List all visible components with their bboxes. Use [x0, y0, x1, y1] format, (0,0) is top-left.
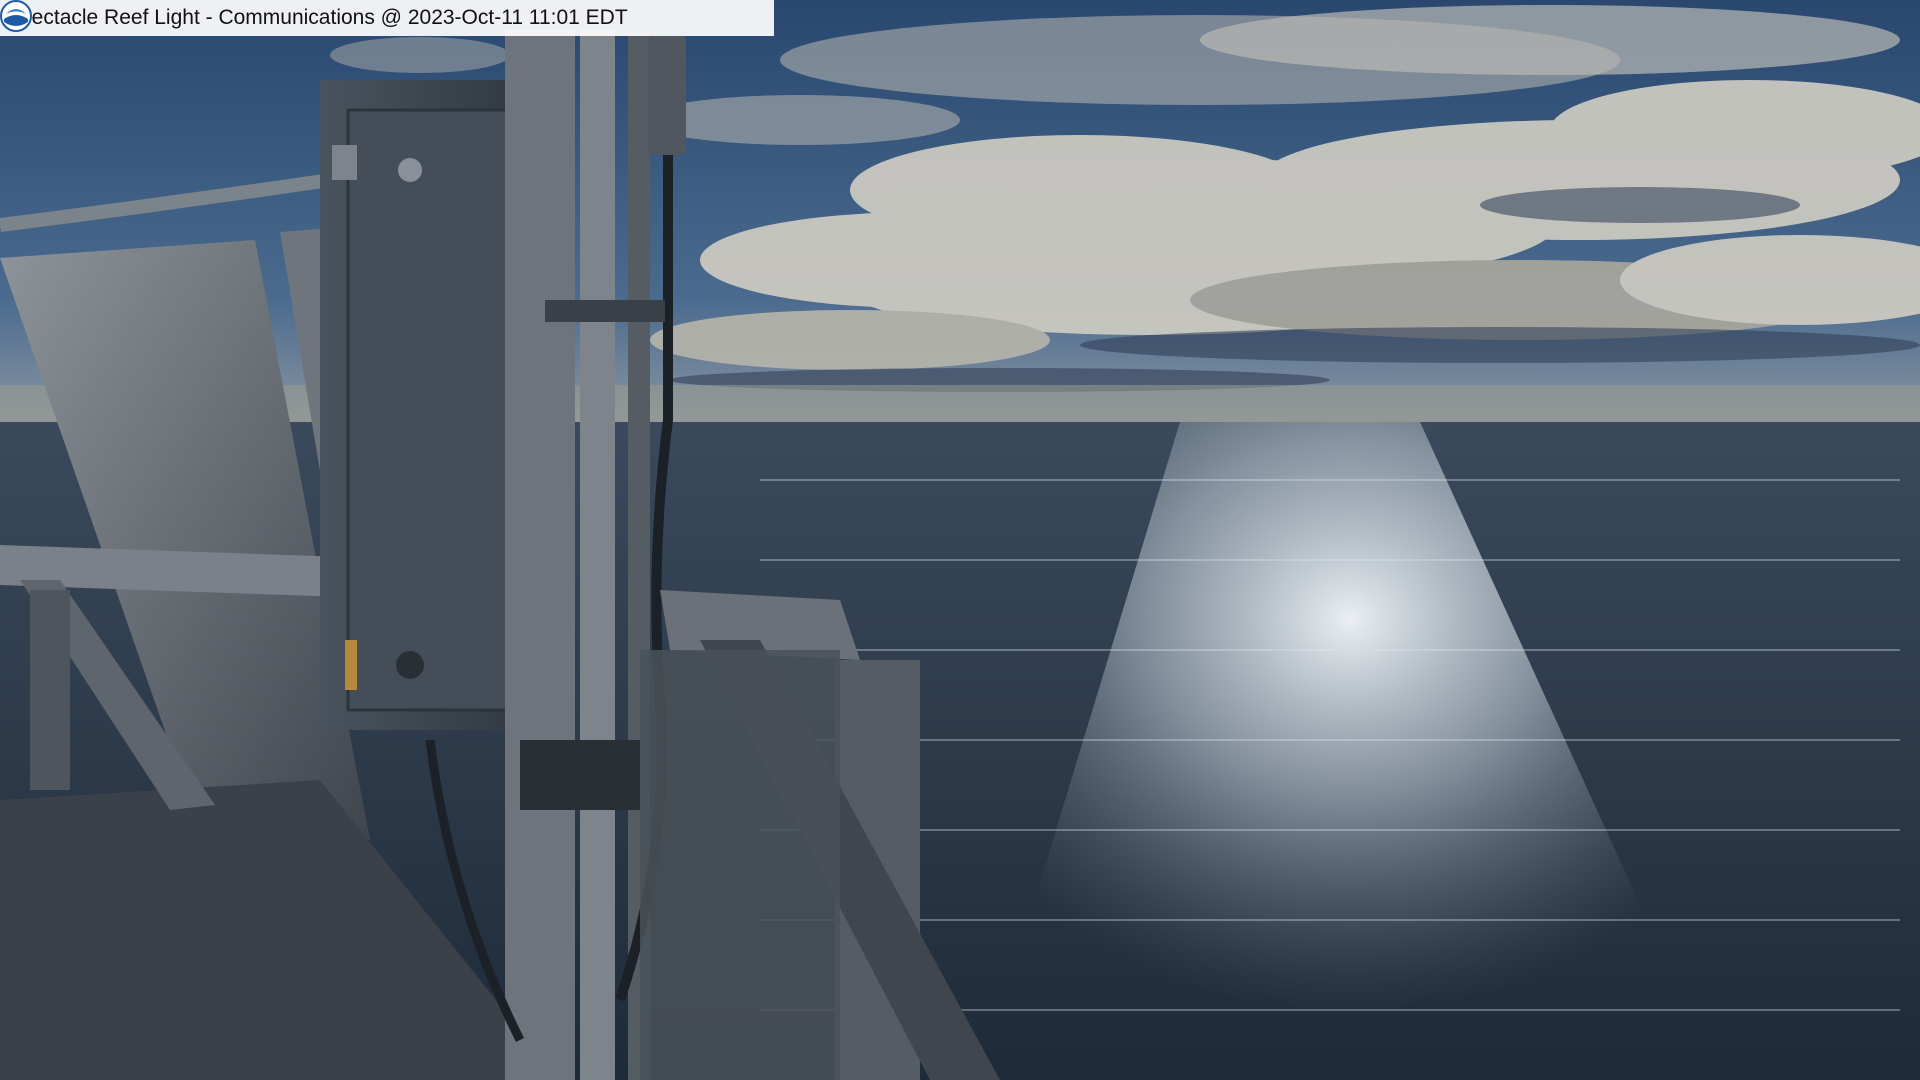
webcam-image: Spectacle Reef Light - Communications @ …: [0, 0, 1920, 1080]
mast-pole-inner: [580, 30, 615, 1080]
mast-clamp-top: [545, 300, 665, 322]
mast-clamp: [520, 740, 640, 810]
noaa-logo-icon: [0, 0, 32, 32]
webcam-scene: [0, 0, 1920, 1080]
caption-text: Spectacle Reef Light - Communications @ …: [6, 6, 628, 29]
frame-post: [30, 590, 70, 790]
antenna: [648, 35, 686, 155]
latch-bottom: [396, 651, 424, 679]
caption-bar: Spectacle Reef Light - Communications @ …: [0, 0, 774, 36]
hinge-bottom: [345, 640, 357, 690]
latch: [398, 158, 422, 182]
hinge: [332, 145, 357, 180]
lower-panel: [640, 650, 840, 1080]
enclosure-door: [346, 108, 515, 712]
mast-pole: [505, 30, 575, 1080]
